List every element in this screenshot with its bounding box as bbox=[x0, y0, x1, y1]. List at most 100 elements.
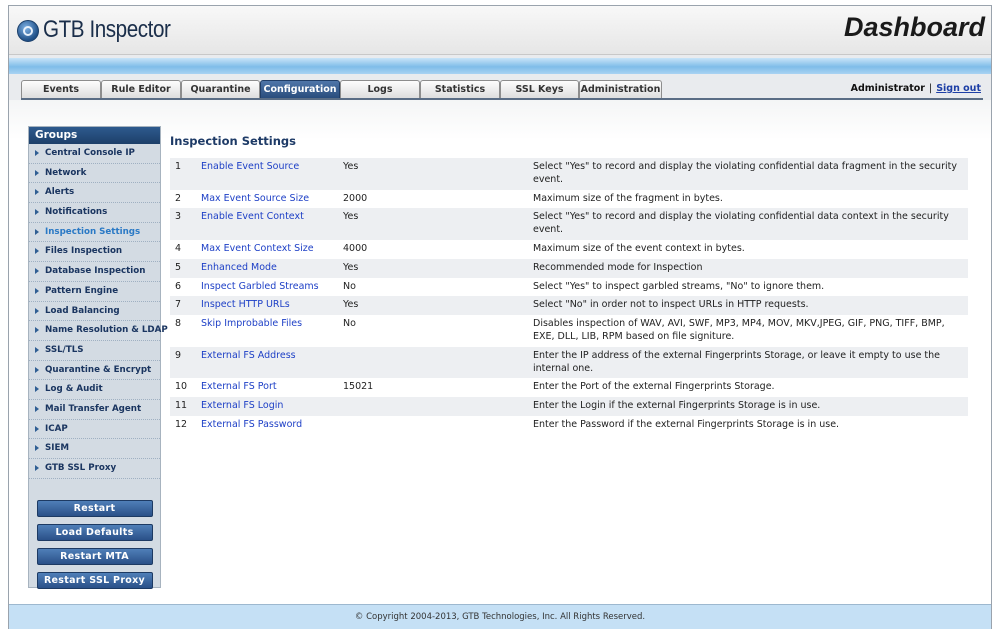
sidebar-item-central-console-ip[interactable]: Central Console IP bbox=[29, 144, 160, 164]
sidebar-item-notifications[interactable]: Notifications bbox=[29, 203, 160, 223]
arrow-right-icon bbox=[35, 465, 39, 471]
user-separator: | bbox=[928, 83, 933, 94]
tab-logs[interactable]: Logs bbox=[340, 80, 420, 99]
table-row: 9 External FS Address Enter the IP addre… bbox=[170, 346, 968, 379]
restart-button[interactable]: Restart bbox=[36, 500, 153, 517]
setting-description: Enter the Port of the external Fingerpri… bbox=[529, 378, 968, 398]
setting-description: Recommended mode for Inspection bbox=[529, 258, 968, 278]
arrow-right-icon bbox=[35, 346, 39, 353]
restart-ssl-proxy-button[interactable]: Restart SSL Proxy bbox=[36, 572, 153, 589]
sidebar-item-mail-transfer-agent[interactable]: Mail Transfer Agent bbox=[29, 400, 160, 420]
arrow-right-icon bbox=[35, 150, 39, 156]
setting-value: No bbox=[339, 315, 529, 347]
restart-mta-button[interactable]: Restart MTA bbox=[36, 548, 153, 565]
arrow-right-icon bbox=[35, 327, 39, 334]
setting-link[interactable]: External FS Address bbox=[197, 346, 339, 379]
row-number: 3 bbox=[170, 208, 197, 240]
tab-statistics[interactable]: Statistics bbox=[420, 80, 500, 99]
setting-link[interactable]: External FS Login bbox=[197, 397, 339, 416]
table-row: 6 Inspect Garbled Streams No Select "Yes… bbox=[170, 277, 968, 297]
user-name: Administrator bbox=[850, 83, 925, 94]
setting-link[interactable]: Enable Event Context bbox=[197, 208, 339, 240]
sidebar-item-label: Alerts bbox=[45, 187, 75, 198]
sign-out-link[interactable]: Sign out bbox=[936, 83, 981, 94]
setting-description: Select "Yes" to record and display the v… bbox=[529, 208, 968, 240]
sidebar-item-label: Load Balancing bbox=[45, 305, 120, 316]
tab-ssl-keys[interactable]: SSL Keys bbox=[500, 80, 579, 99]
sidebar-item-inspection-settings[interactable]: Inspection Settings bbox=[29, 223, 160, 243]
sidebar-item-network[interactable]: Network bbox=[29, 164, 160, 184]
arrow-right-icon bbox=[35, 386, 39, 393]
setting-link[interactable]: Enhanced Mode bbox=[197, 258, 339, 278]
table-row: 11 External FS Login Enter the Login if … bbox=[170, 397, 968, 416]
sidebar-item-log-audit[interactable]: Log & Audit bbox=[29, 380, 160, 400]
sidebar-item-load-balancing[interactable]: Load Balancing bbox=[29, 302, 160, 322]
arrow-right-icon bbox=[35, 189, 39, 196]
arrow-right-icon bbox=[35, 425, 39, 432]
setting-link[interactable]: External FS Port bbox=[197, 378, 339, 398]
row-number: 1 bbox=[170, 158, 197, 190]
sidebar-item-label: Log & Audit bbox=[45, 384, 103, 395]
arrow-right-icon bbox=[35, 228, 39, 235]
sidebar-item-label: Database Inspection bbox=[45, 266, 146, 277]
setting-description: Maximum size of the event context in byt… bbox=[529, 239, 968, 259]
row-number: 8 bbox=[170, 315, 197, 347]
arrow-right-icon bbox=[35, 248, 39, 255]
setting-description: Select "Yes" to record and display the v… bbox=[529, 158, 968, 190]
row-number: 12 bbox=[170, 415, 197, 435]
header: GTB Inspector Dashboard bbox=[9, 6, 991, 55]
setting-value: 15021 bbox=[339, 378, 529, 398]
arrow-right-icon bbox=[35, 366, 39, 373]
arrow-right-icon bbox=[35, 405, 39, 412]
sidebar-buttons: Restart Load Defaults Restart MTA Restar… bbox=[29, 500, 160, 596]
row-number: 4 bbox=[170, 239, 197, 259]
setting-value: Yes bbox=[339, 208, 529, 240]
setting-link[interactable]: Inspect Garbled Streams bbox=[197, 277, 339, 297]
gtb-logo-icon bbox=[17, 20, 39, 42]
arrow-right-icon bbox=[35, 169, 39, 176]
sidebar-item-label: Pattern Engine bbox=[45, 285, 119, 296]
setting-value: Yes bbox=[339, 158, 529, 190]
section-title: Inspection Settings bbox=[170, 134, 296, 148]
app-window: GTB Inspector Dashboard Events Rule Edit… bbox=[8, 5, 992, 629]
sidebar-item-ssl-tls[interactable]: SSL/TLS bbox=[29, 341, 160, 361]
tab-quarantine[interactable]: Quarantine bbox=[181, 80, 260, 99]
table-row: 7 Inspect HTTP URLs Yes Select "No" in o… bbox=[170, 296, 968, 316]
table-row: 12 External FS Password Enter the Passwo… bbox=[170, 415, 968, 435]
setting-link[interactable]: Skip Improbable Files bbox=[197, 315, 339, 347]
load-defaults-button[interactable]: Load Defaults bbox=[36, 524, 153, 541]
sidebar-item-database-inspection[interactable]: Database Inspection bbox=[29, 262, 160, 282]
setting-link[interactable]: Inspect HTTP URLs bbox=[197, 296, 339, 316]
setting-link[interactable]: External FS Password bbox=[197, 415, 339, 435]
tab-configuration[interactable]: Configuration bbox=[260, 80, 340, 99]
row-number: 7 bbox=[170, 296, 197, 316]
table-row: 8 Skip Improbable Files No Disables insp… bbox=[170, 315, 968, 347]
setting-link[interactable]: Enable Event Source bbox=[197, 158, 339, 190]
arrow-right-icon bbox=[35, 307, 39, 314]
setting-link[interactable]: Max Event Source Size bbox=[197, 189, 339, 209]
sidebar-item-gtb-ssl-proxy[interactable]: GTB SSL Proxy bbox=[29, 459, 160, 479]
page-heading: Dashboard bbox=[843, 12, 985, 42]
row-number: 9 bbox=[170, 346, 197, 379]
sidebar-item-icap[interactable]: ICAP bbox=[29, 420, 160, 440]
sidebar-item-alerts[interactable]: Alerts bbox=[29, 183, 160, 204]
setting-link[interactable]: Max Event Context Size bbox=[197, 239, 339, 259]
user-area: Administrator | Sign out bbox=[851, 83, 981, 94]
sidebar-item-quarantine-encrypt[interactable]: Quarantine & Encrypt bbox=[29, 361, 160, 381]
row-number: 5 bbox=[170, 258, 197, 278]
sidebar-item-label: Notifications bbox=[45, 207, 108, 218]
tab-rule-editor[interactable]: Rule Editor bbox=[101, 80, 181, 99]
tab-administration[interactable]: Administration bbox=[579, 80, 662, 99]
row-number: 6 bbox=[170, 277, 197, 297]
sidebar-item-files-inspection[interactable]: Files Inspection bbox=[29, 242, 160, 263]
sidebar-item-siem[interactable]: SIEM bbox=[29, 439, 160, 459]
setting-value bbox=[339, 415, 529, 435]
sidebar-item-pattern-engine[interactable]: Pattern Engine bbox=[29, 282, 160, 302]
footer: © Copyright 2004-2013, GTB Technologies,… bbox=[9, 604, 991, 629]
tab-events[interactable]: Events bbox=[21, 80, 101, 99]
groups-sidebar: Groups Central Console IP Network Alerts… bbox=[28, 126, 168, 589]
sidebar-item-label: Inspection Settings bbox=[45, 226, 141, 237]
row-number: 2 bbox=[170, 189, 197, 209]
sidebar-item-name-resolution-ldap[interactable]: Name Resolution & LDAP bbox=[29, 321, 168, 341]
arrow-right-icon bbox=[35, 287, 39, 294]
